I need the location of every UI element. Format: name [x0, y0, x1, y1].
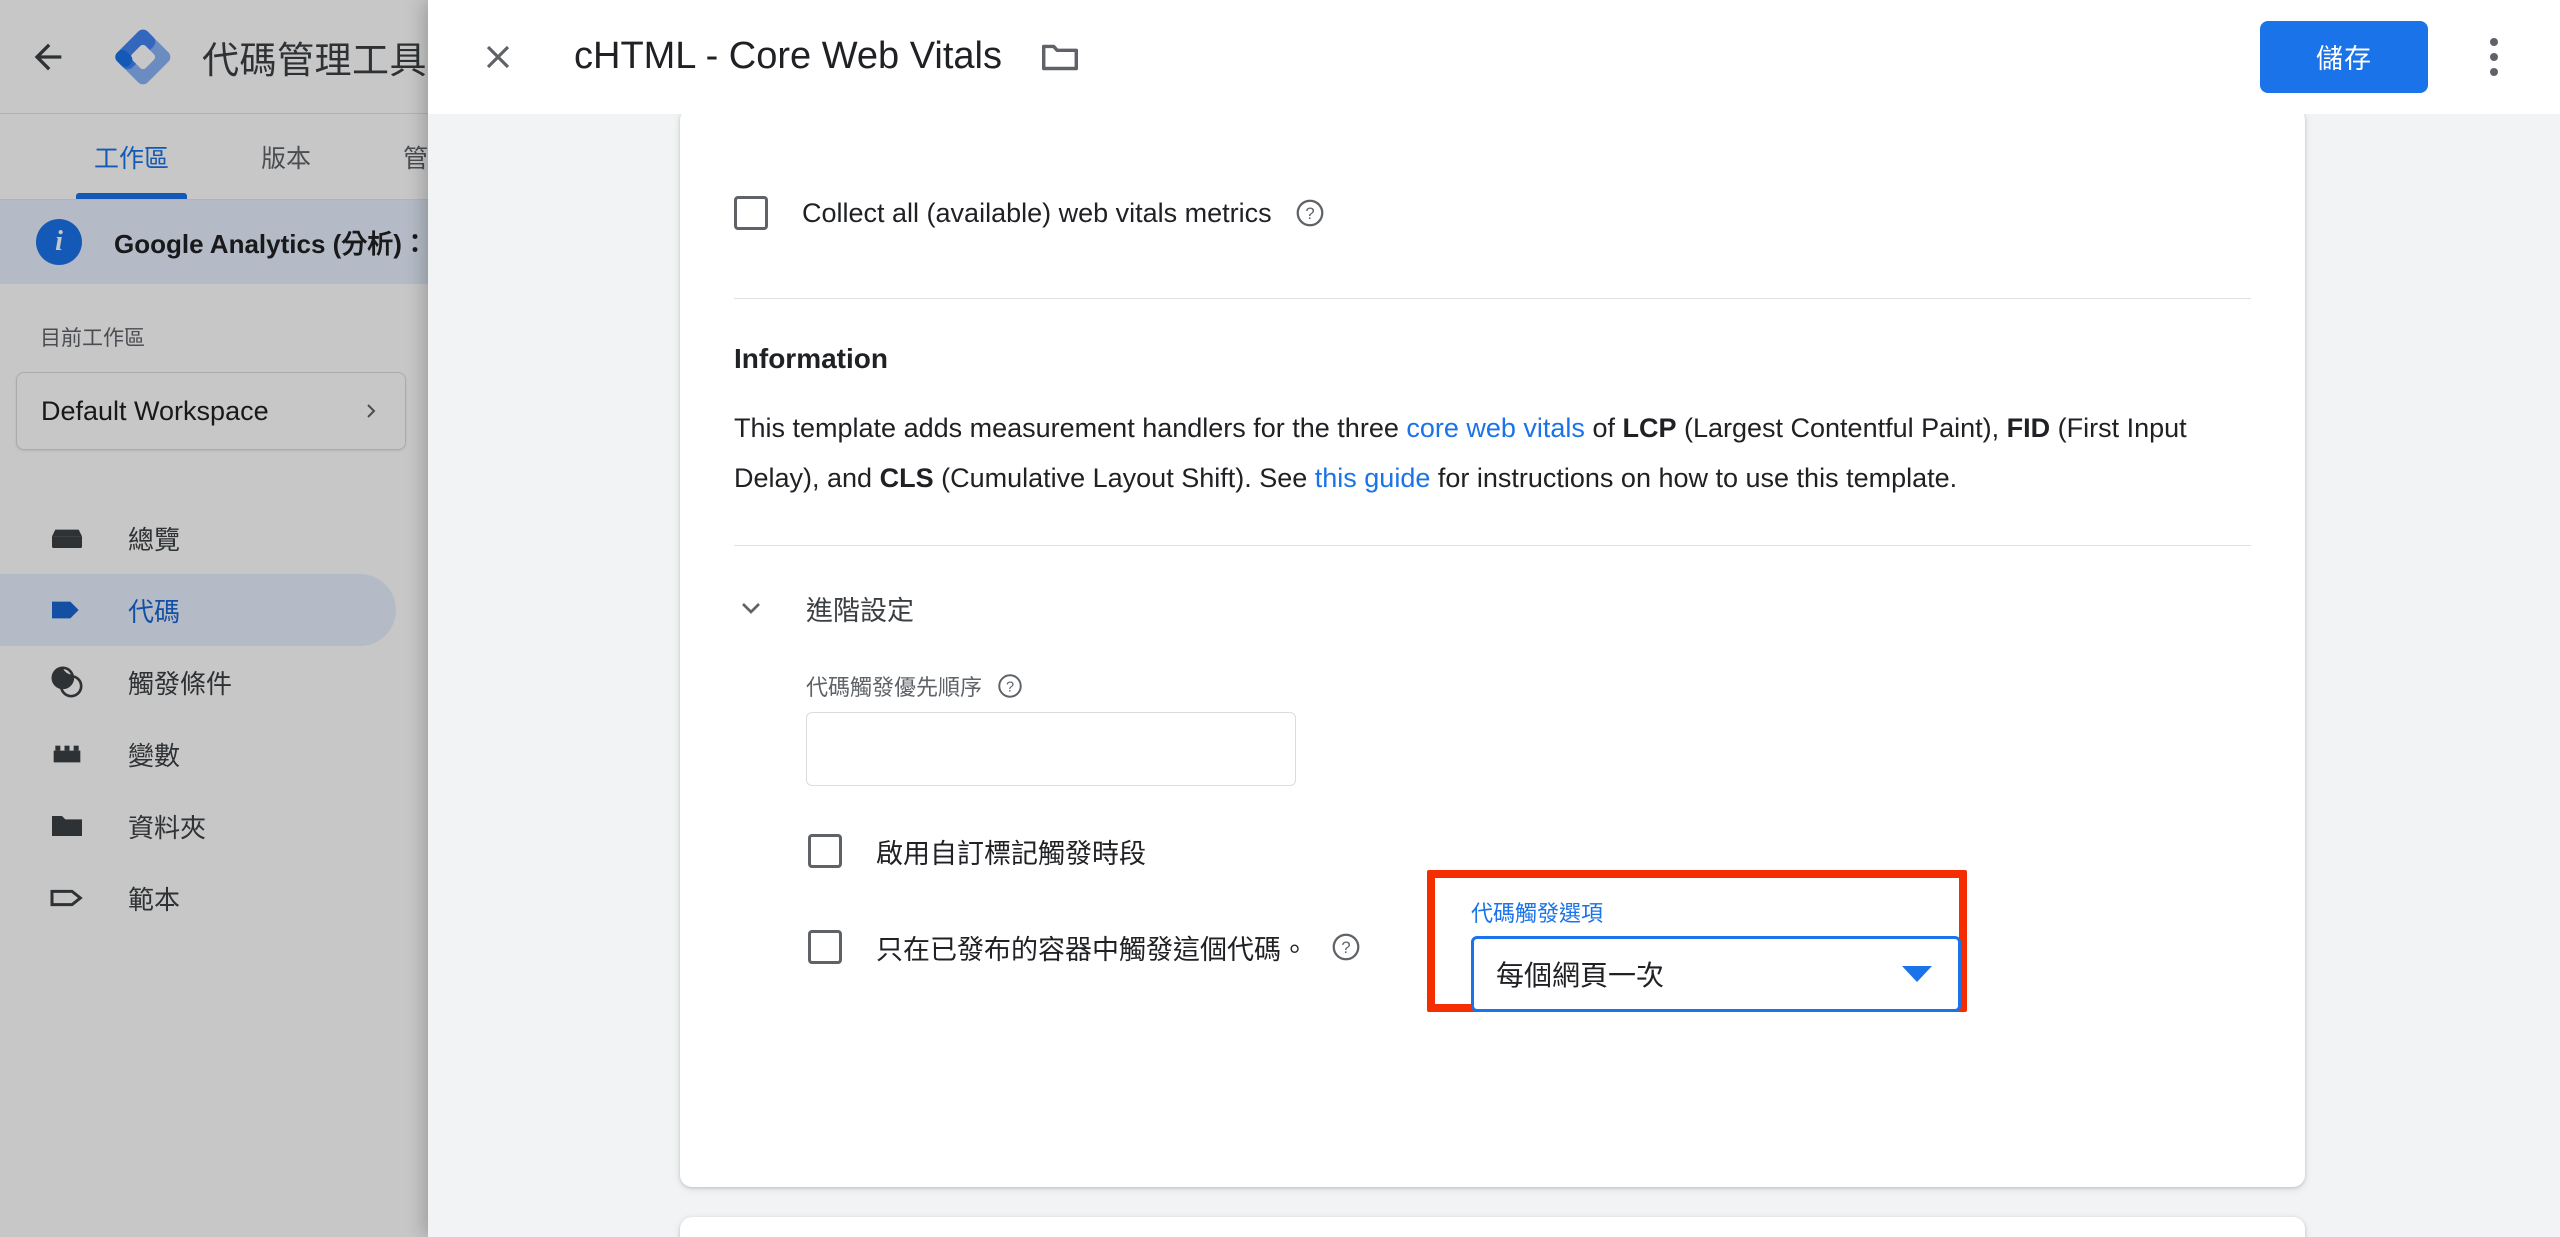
workspace-selector[interactable]: Default Workspace — [16, 372, 406, 450]
firing-options-highlight-annotation: 代碼觸發選項 每個網頁一次 — [1427, 870, 1967, 1012]
tag-firing-priority-label: 代碼觸發優先順序 — [806, 675, 983, 700]
sidebar-item-folders-label: 資料夾 — [128, 812, 207, 843]
sidebar-item-tags[interactable]: 代碼 — [0, 574, 396, 646]
sidebar-item-tags-label: 代碼 — [128, 596, 181, 627]
info-bold-lcp: LCP — [1622, 413, 1677, 443]
help-icon[interactable]: ? — [1330, 931, 1362, 963]
svg-text:?: ? — [1341, 938, 1350, 957]
sidebar-item-variables-label: 變數 — [128, 740, 181, 771]
sidebar-item-overview[interactable]: 總覽 — [0, 502, 396, 574]
close-button[interactable] — [468, 27, 528, 87]
tag-firing-priority-input[interactable] — [806, 712, 1296, 786]
information-section: Information This template adds measureme… — [734, 343, 2251, 503]
back-button[interactable] — [0, 0, 96, 114]
folder-icon — [46, 805, 88, 847]
sidebar-item-overview-label: 總覽 — [128, 524, 181, 555]
save-button[interactable]: 儲存 — [2260, 20, 2428, 93]
collect-all-web-vitals-label: Collect all (available) web vitals metri… — [802, 197, 1272, 228]
tag-editor-modal: cHTML - Core Web Vitals 儲存 Collect all (… — [428, 0, 2560, 1237]
tab-workspace[interactable]: 工作區 — [48, 114, 215, 199]
variables-brick-icon — [46, 733, 88, 775]
custom-firing-schedule-checkbox[interactable] — [808, 834, 842, 868]
overview-box-icon — [46, 517, 88, 559]
tab-versions[interactable]: 版本 — [215, 114, 357, 199]
svg-text:?: ? — [1305, 204, 1314, 223]
published-container-only-checkbox[interactable] — [808, 930, 842, 964]
svg-text:?: ? — [1006, 679, 1014, 695]
information-heading: Information — [734, 343, 888, 374]
information-paragraph: This template adds measurement handlers … — [734, 403, 2251, 503]
chevron-right-icon — [367, 404, 376, 418]
info-icon: i — [36, 219, 82, 265]
advanced-settings-expander[interactable]: 進階設定 — [734, 576, 2251, 640]
chevron-down-icon — [734, 591, 768, 625]
info-bold-cls: CLS — [879, 463, 934, 493]
tag-icon — [46, 589, 88, 631]
tag-configuration-card: Collect all (available) web vitals metri… — [680, 114, 2305, 1187]
sidebar-item-variables[interactable]: 變數 — [0, 718, 396, 790]
sidebar-item-folders[interactable]: 資料夾 — [0, 790, 396, 862]
tag-firing-priority-field: 代碼觸發優先順序 ? — [806, 670, 2251, 786]
info-text-1: This template adds measurement handlers … — [734, 413, 1407, 443]
info-text-5: (Cumulative Layout Shift). See — [933, 463, 1315, 493]
info-bold-fid: FID — [2006, 413, 2051, 443]
info-text-2: of — [1584, 413, 1623, 443]
product-title: 代碼管理工具 — [202, 39, 427, 81]
next-card-peek — [680, 1217, 2305, 1237]
template-tag-icon — [46, 877, 88, 919]
sidebar-item-templates[interactable]: 範本 — [0, 862, 396, 934]
collect-all-web-vitals-checkbox[interactable] — [734, 196, 768, 230]
help-icon[interactable]: ? — [1294, 197, 1326, 229]
firing-options-select[interactable]: 每個網頁一次 — [1471, 936, 1961, 1012]
published-container-only-label: 只在已發布的容器中觸發這個代碼。 — [876, 934, 1308, 965]
firing-options-label: 代碼觸發選項 — [1471, 901, 1604, 926]
this-guide-link[interactable]: this guide — [1315, 463, 1431, 493]
help-icon[interactable]: ? — [996, 672, 1024, 700]
divider-above-advanced — [734, 545, 2251, 546]
tag-manager-logo-icon — [112, 26, 174, 88]
sidebar-section-label: 目前工作區 — [40, 327, 145, 350]
trigger-circles-icon — [46, 661, 88, 703]
divider-above-information — [734, 298, 2251, 299]
move-to-folder-button[interactable] — [1034, 31, 1086, 83]
tab-workspace-label: 工作區 — [94, 144, 170, 173]
modal-header: cHTML - Core Web Vitals 儲存 — [428, 0, 2560, 114]
info-text-3: (Largest Contentful Paint), — [1676, 413, 2007, 443]
core-web-vitals-link[interactable]: core web vitals — [1406, 413, 1585, 443]
sidebar: 目前工作區 Default Workspace 總覽 代碼 觸發條件 變數 資料… — [0, 284, 428, 1237]
firing-options-value: 每個網頁一次 — [1496, 960, 1665, 991]
sidebar-item-triggers-label: 觸發條件 — [128, 668, 233, 699]
custom-firing-schedule-label: 啟用自訂標記觸發時段 — [876, 838, 1146, 869]
tab-versions-label: 版本 — [261, 144, 312, 173]
modal-body[interactable]: Collect all (available) web vitals metri… — [428, 114, 2560, 1237]
back-arrow-icon — [34, 43, 62, 70]
sidebar-item-templates-label: 範本 — [128, 884, 181, 915]
folder-outline-icon — [1041, 44, 1078, 70]
workspace-name: Default Workspace — [41, 395, 269, 426]
dropdown-triangle-icon — [1902, 966, 1932, 982]
container-info-text: Google Analytics (分析)： — [114, 228, 428, 259]
sidebar-nav-list: 總覽 代碼 觸發條件 變數 資料夾 範本 — [0, 502, 428, 934]
sidebar-item-triggers[interactable]: 觸發條件 — [0, 646, 396, 718]
info-text-6: for instructions on how to use this temp… — [1430, 463, 1958, 493]
advanced-settings-label: 進階設定 — [806, 595, 914, 626]
close-icon — [486, 45, 510, 68]
collect-all-web-vitals-checkbox-row[interactable]: Collect all (available) web vitals metri… — [734, 186, 2251, 240]
modal-title: cHTML - Core Web Vitals — [574, 35, 1002, 77]
more-vert-icon[interactable] — [2466, 25, 2522, 89]
